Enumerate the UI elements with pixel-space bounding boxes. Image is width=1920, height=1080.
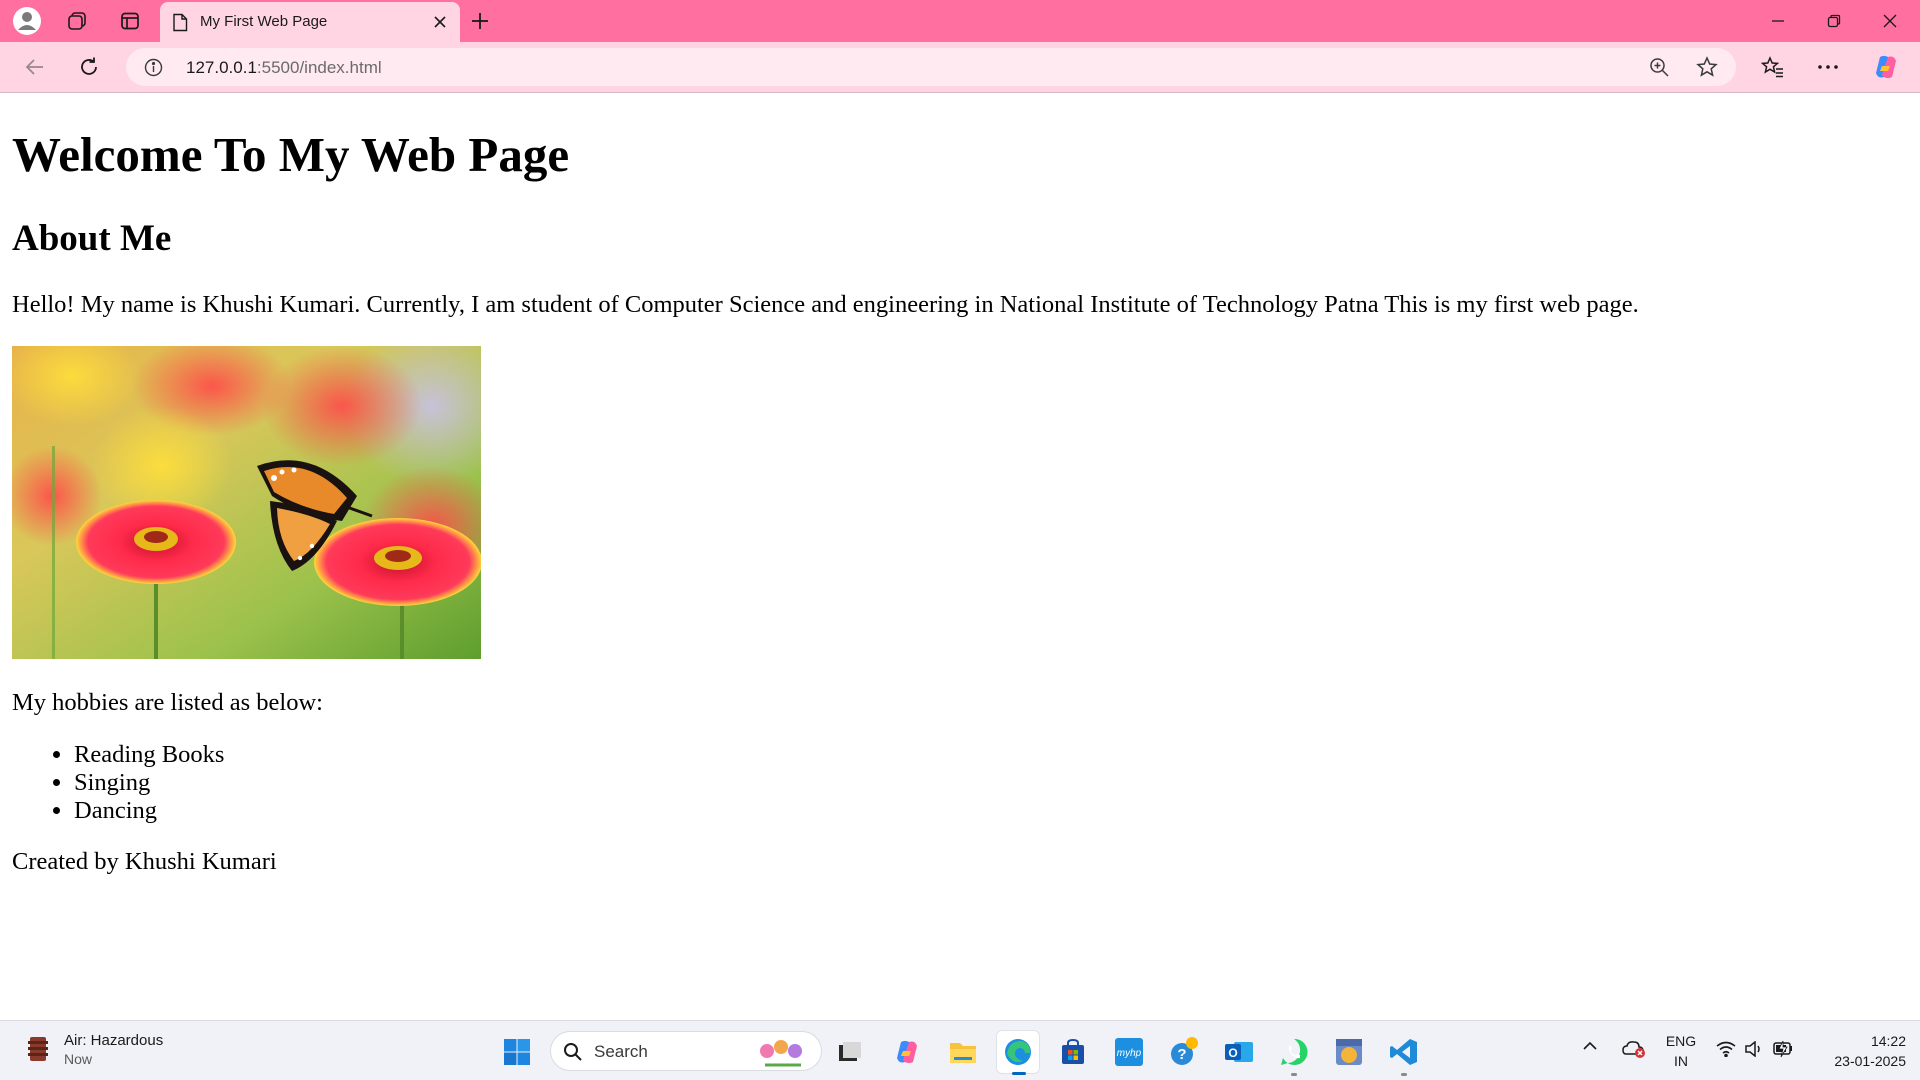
refresh-icon[interactable] bbox=[73, 51, 105, 83]
minimize-icon[interactable] bbox=[1750, 0, 1806, 42]
help-app[interactable]: ? bbox=[1162, 1030, 1206, 1074]
weather-widget[interactable] bbox=[24, 1033, 52, 1069]
language-code: ENG bbox=[1665, 1033, 1697, 1049]
store-app[interactable] bbox=[1051, 1030, 1095, 1074]
address-bar[interactable]: 127.0.0.1:5500/index.html bbox=[126, 48, 1736, 86]
profile-avatar-icon[interactable] bbox=[11, 5, 43, 37]
get-help-icon: ? bbox=[1171, 1037, 1198, 1065]
svg-text:?: ? bbox=[1177, 1046, 1186, 1063]
air-quality-icon bbox=[28, 1037, 48, 1061]
hobby-item: Dancing bbox=[74, 797, 224, 825]
edge-app[interactable] bbox=[996, 1030, 1040, 1075]
region-code: IN bbox=[1674, 1053, 1688, 1069]
workspaces-icon[interactable] bbox=[61, 5, 93, 37]
hobbies-intro: My hobbies are listed as below: bbox=[12, 689, 323, 716]
url-host: 127.0.0.1 bbox=[186, 58, 257, 77]
system-clock[interactable]: 14:22 23-01-2025 bbox=[1810, 1031, 1906, 1071]
start-button[interactable] bbox=[495, 1030, 539, 1074]
tab-title: My First Web Page bbox=[200, 13, 328, 30]
active-indicator bbox=[1012, 1072, 1026, 1075]
butterfly-flower-photo bbox=[12, 346, 481, 659]
hobby-item: Singing bbox=[74, 769, 224, 797]
photos-icon bbox=[1336, 1039, 1362, 1065]
vscode-app[interactable] bbox=[1382, 1030, 1426, 1076]
url-path: :5500/index.html bbox=[256, 58, 382, 77]
favorites-list-icon[interactable] bbox=[1757, 51, 1789, 83]
hobbies-list: Reading Books Singing Dancing bbox=[74, 741, 224, 825]
more-options-icon[interactable] bbox=[1812, 51, 1844, 83]
copilot-taskbar-icon bbox=[897, 1040, 917, 1064]
file-explorer-app[interactable] bbox=[941, 1030, 985, 1074]
battery-charging-icon[interactable] bbox=[1772, 1040, 1794, 1058]
page-footer: Created by Khushi Kumari bbox=[12, 848, 277, 875]
running-indicator bbox=[1291, 1073, 1297, 1076]
volume-icon[interactable] bbox=[1744, 1041, 1764, 1057]
restore-icon[interactable] bbox=[1806, 0, 1862, 42]
input-language[interactable]: ENG IN bbox=[1664, 1031, 1698, 1071]
back-arrow-icon[interactable] bbox=[19, 51, 51, 83]
browser-title-bar: My First Web Page bbox=[0, 0, 1920, 42]
vscode-icon bbox=[1390, 1039, 1417, 1065]
whatsapp-icon bbox=[1281, 1038, 1308, 1065]
photos-app[interactable] bbox=[1327, 1030, 1371, 1074]
address-url[interactable]: 127.0.0.1:5500/index.html bbox=[186, 58, 382, 78]
tab-my-first-web-page[interactable]: My First Web Page bbox=[160, 2, 460, 42]
site-info-icon[interactable] bbox=[144, 58, 163, 81]
zoom-icon[interactable] bbox=[1649, 57, 1670, 82]
windows-logo-icon bbox=[504, 1039, 530, 1065]
close-window-icon[interactable] bbox=[1862, 0, 1918, 42]
outlook-icon: O bbox=[1225, 1042, 1253, 1062]
wifi-icon[interactable] bbox=[1716, 1041, 1736, 1057]
search-label: Search bbox=[594, 1042, 648, 1061]
folder-icon bbox=[950, 1043, 976, 1063]
weather-text[interactable]: Air: Hazardous Now bbox=[64, 1031, 163, 1069]
browser-toolbar: 127.0.0.1:5500/index.html bbox=[0, 42, 1920, 92]
hobby-item: Reading Books bbox=[74, 741, 224, 769]
task-view-app[interactable] bbox=[828, 1030, 872, 1074]
running-indicator bbox=[1401, 1073, 1407, 1076]
task-view-icon bbox=[839, 1042, 861, 1061]
vertical-tabs-icon[interactable] bbox=[114, 5, 146, 37]
onedrive-error-icon[interactable] bbox=[1622, 1039, 1646, 1059]
page-heading: Welcome To My Web Page bbox=[12, 127, 570, 182]
edge-icon bbox=[1005, 1039, 1031, 1065]
myhp-app[interactable]: myhp bbox=[1107, 1030, 1151, 1074]
show-hidden-icons-chevron-icon[interactable] bbox=[1582, 1041, 1598, 1051]
weather-title: Air: Hazardous bbox=[64, 1032, 164, 1049]
about-me-heading: About Me bbox=[12, 218, 172, 259]
page-document-icon bbox=[172, 13, 188, 36]
whatsapp-app[interactable] bbox=[1272, 1030, 1316, 1076]
outlook-app[interactable]: O bbox=[1217, 1030, 1261, 1074]
copilot-icon[interactable] bbox=[1870, 51, 1902, 83]
svg-text:O: O bbox=[1228, 1046, 1237, 1060]
tab-close-icon[interactable] bbox=[428, 10, 452, 34]
search-icon bbox=[563, 1042, 583, 1066]
intro-paragraph: Hello! My name is Khushi Kumari. Current… bbox=[12, 291, 1639, 318]
taskbar-search[interactable]: Search bbox=[550, 1031, 822, 1071]
toolbar-divider bbox=[0, 92, 1920, 93]
windows-taskbar: Air: Hazardous Now Search myhp ? O ENG I… bbox=[0, 1020, 1920, 1080]
favorite-star-icon[interactable] bbox=[1696, 56, 1718, 82]
svg-text:myhp: myhp bbox=[1117, 1048, 1142, 1059]
clock-date: 23-01-2025 bbox=[1834, 1053, 1906, 1069]
new-tab-plus-icon[interactable] bbox=[464, 5, 496, 37]
copilot-app[interactable] bbox=[885, 1030, 929, 1074]
weather-sub: Now bbox=[64, 1051, 93, 1067]
store-bag-icon bbox=[1062, 1038, 1084, 1064]
clock-time: 14:22 bbox=[1870, 1033, 1906, 1049]
search-highlight-icon bbox=[755, 1037, 811, 1071]
myhp-icon: myhp bbox=[1115, 1038, 1143, 1066]
